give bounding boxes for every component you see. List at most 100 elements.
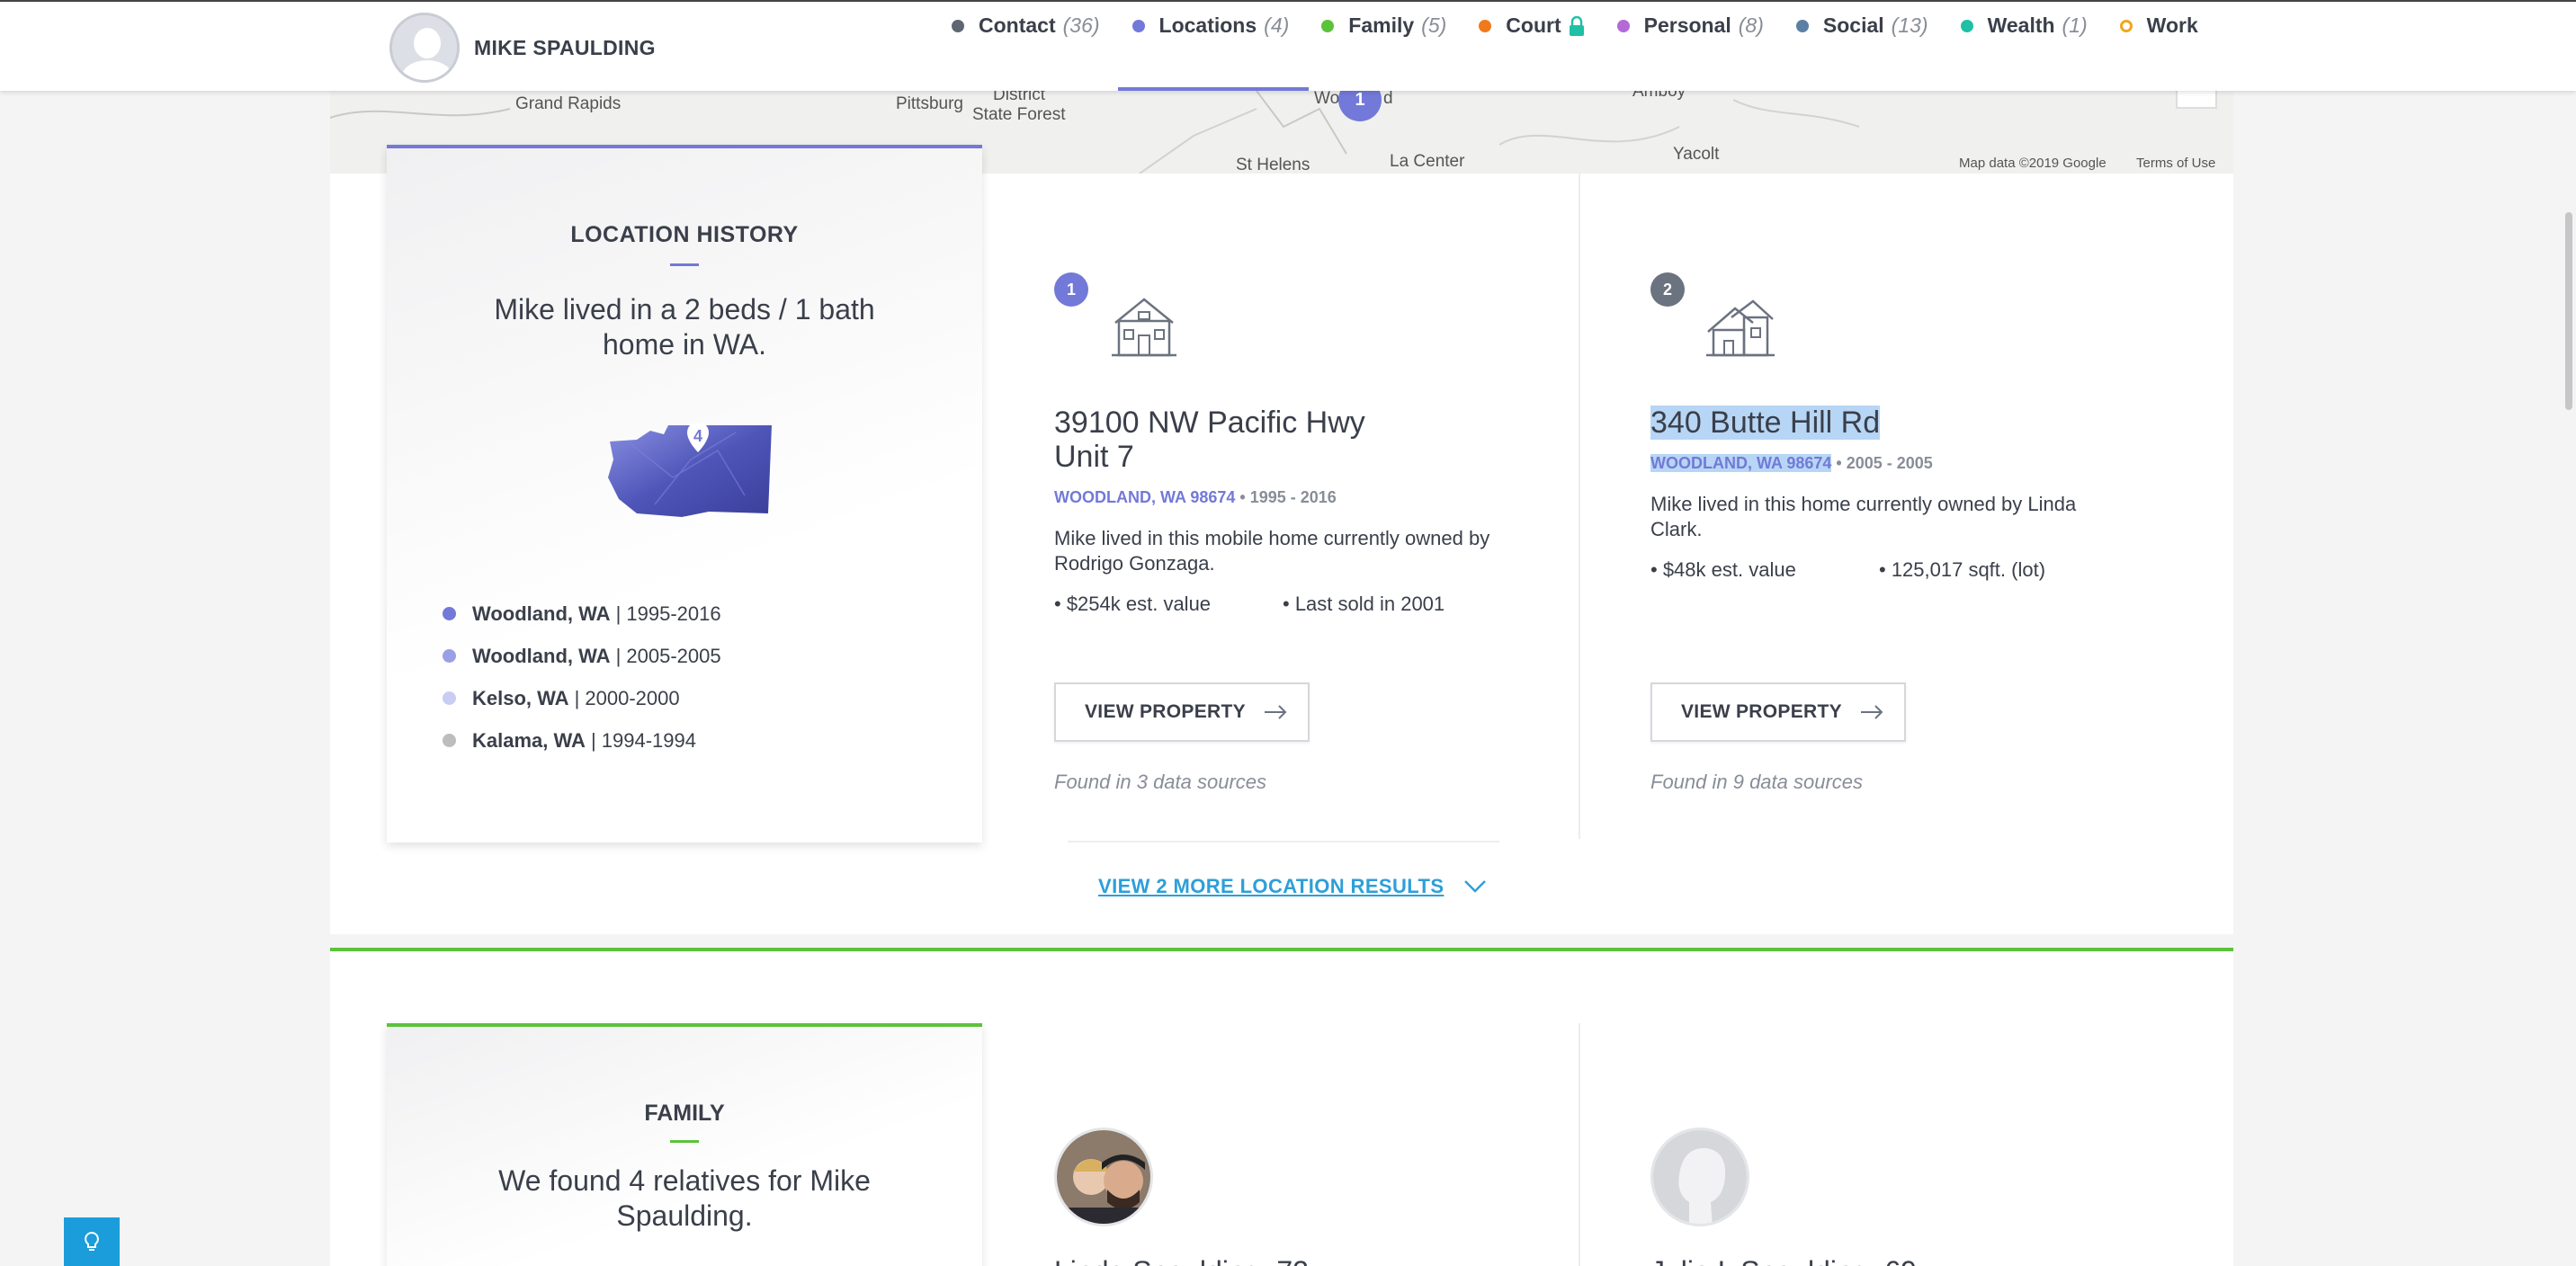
property-description: Mike lived in this mobile home currently… [1054,526,1531,576]
tab-count: (36) [1062,13,1100,37]
history-item: Woodland, WA | 1995-2016 [443,593,721,635]
relative-card[interactable]: Linda Spaulding, 72 [1054,1128,1309,1266]
map-label: Wo [1314,91,1340,108]
tab-count: (8) [1738,13,1764,37]
property-city-link[interactable]: WOODLAND, WA 98674 [1650,454,1832,472]
profile-avatar [389,13,460,83]
social-dot-icon [1795,19,1809,32]
state-map-marker-count: 4 [693,427,703,445]
view-property-button[interactable]: VIEW PROPERTY [1054,682,1310,742]
relative-name: Julie L Spaulding, 69 [1650,1255,1917,1266]
property-address: 39100 NW Pacific Hwy Unit 7 [1054,406,1365,474]
property-value: • $48k est. value [1650,558,1796,581]
map-label: St Helens [1236,156,1310,174]
property-facts: • $254k est. value • Last sold in 2001 [1054,593,1445,616]
property-facts: • $48k est. value • 125,017 sqft. (lot) [1650,558,2045,582]
tab-personal[interactable]: Personal (8) [1616,2,1796,91]
history-years: | 2005-2005 [615,644,721,667]
section-title: LOCATION HISTORY [570,222,799,247]
relative-photo [1054,1128,1153,1226]
location-history-list: Woodland, WA | 1995-2016 Woodland, WA | … [443,593,721,762]
bullet-icon [443,607,456,620]
property-years: • 2005 - 2005 [1836,454,1933,472]
tab-contact[interactable]: Contact (36) [952,2,1132,91]
contact-dot-icon [952,19,964,32]
address-text: 340 Butte Hill Rd [1650,406,1881,440]
column-divider [1579,174,1580,839]
map-label: State Forest [972,105,1066,124]
map-label: Pittsburg [896,94,963,113]
relative-photo-placeholder [1650,1128,1749,1226]
location-summary: Mike lived in a 2 beds / 1 bath home in … [494,293,875,361]
property-value: • $254k est. value [1054,593,1212,615]
wealth-dot-icon [1960,19,1973,32]
title-underline [670,1140,699,1143]
relative-card[interactable]: Julie L Spaulding, 69 [1650,1128,1917,1266]
tab-social[interactable]: Social (13) [1795,2,1961,91]
property-city-link[interactable]: WOODLAND, WA 98674 [1054,488,1235,506]
location-history-panel: LOCATION HISTORY Mike lived in a 2 beds … [387,145,982,843]
tab-family[interactable]: Family (5) [1321,2,1479,91]
tab-count: (1) [2062,13,2088,37]
profile-header[interactable]: MIKE SPAULDING [389,13,656,83]
button-label: VIEW PROPERTY [1085,701,1246,722]
tab-label: Work [2146,13,2198,37]
locations-dot-icon [1131,19,1145,32]
tab-label: Social [1822,13,1884,37]
title-underline [670,263,699,266]
tab-locations[interactable]: Locations (4) [1117,2,1322,91]
tab-work[interactable]: Work [2119,2,2231,91]
view-more-locations-link[interactable]: VIEW 2 MORE LOCATION RESULTS [1098,875,1487,898]
history-years: | 1995-2016 [615,602,721,625]
map-terms-link[interactable]: Terms of Use [2136,156,2215,171]
tab-label: Locations [1158,13,1257,37]
tab-count: (5) [1421,13,1447,37]
history-item: Woodland, WA | 2005-2005 [443,635,721,677]
map-label: Yacolt [1673,145,1720,164]
tab-court[interactable]: Court [1479,2,1616,91]
work-dot-icon [2119,19,2133,32]
tab-label: Wealth [1987,13,2055,37]
bullet-icon [443,734,456,747]
view-property-button[interactable]: VIEW PROPERTY [1650,682,1906,742]
locations-section: LOCATION HISTORY Mike lived in a 2 beds … [330,145,2233,934]
description-suffix: . [1209,552,1215,575]
lightbulb-icon [85,1231,99,1251]
chevron-down-icon [1464,880,1487,893]
court-dot-icon [1479,19,1492,32]
history-city: Woodland, WA [472,602,611,625]
map-label: Grand Rapids [515,94,622,113]
history-city: Kelso, WA [472,686,569,709]
family-section: FAMILY We found 4 relatives for Mike Spa… [330,948,2233,1266]
lock-icon [1569,15,1584,36]
property-last-sold: • Last sold in 2001 [1283,593,1445,615]
property-description: Mike lived in this home currently owned … [1650,492,2127,542]
property-number: 1 [1054,272,1088,307]
tab-wealth[interactable]: Wealth (1) [1960,2,2120,91]
personal-dot-icon [1616,19,1630,32]
section-title: FAMILY [644,1101,725,1126]
family-summary: We found 4 relatives for Mike Spaulding. [498,1164,871,1232]
history-city: Kalama, WA [472,728,586,752]
history-item: Kelso, WA | 2000-2000 [443,677,721,719]
tab-label: Court [1506,13,1561,37]
owner-name: Rodrigo Gonzaga [1054,552,1210,575]
tab-label: Personal [1643,13,1731,37]
scrollbar-thumb[interactable] [2565,212,2572,410]
map-label: La Center [1390,152,1465,171]
data-sources-count: Found in 3 data sources [1054,771,1267,793]
property-location: WOODLAND, WA 98674 • 2005 - 2005 [1650,454,1933,473]
property-location: WOODLAND, WA 98674 • 1995 - 2016 [1054,488,1337,507]
map-zoom-control[interactable] [2176,91,2217,109]
tab-label: Contact [979,13,1056,37]
arrow-right-icon [1264,705,1287,719]
property-years: • 1995 - 2016 [1239,488,1337,506]
help-button[interactable] [64,1217,120,1266]
tab-count: (4) [1264,13,1290,37]
tab-label: Family [1348,13,1415,37]
history-years: | 1994-1994 [590,728,696,752]
property-number: 2 [1650,272,1685,307]
family-summary-panel: FAMILY We found 4 relatives for Mike Spa… [387,1023,982,1266]
bullet-icon [443,649,456,663]
property-address: 340 Butte Hill Rd [1650,406,2118,440]
